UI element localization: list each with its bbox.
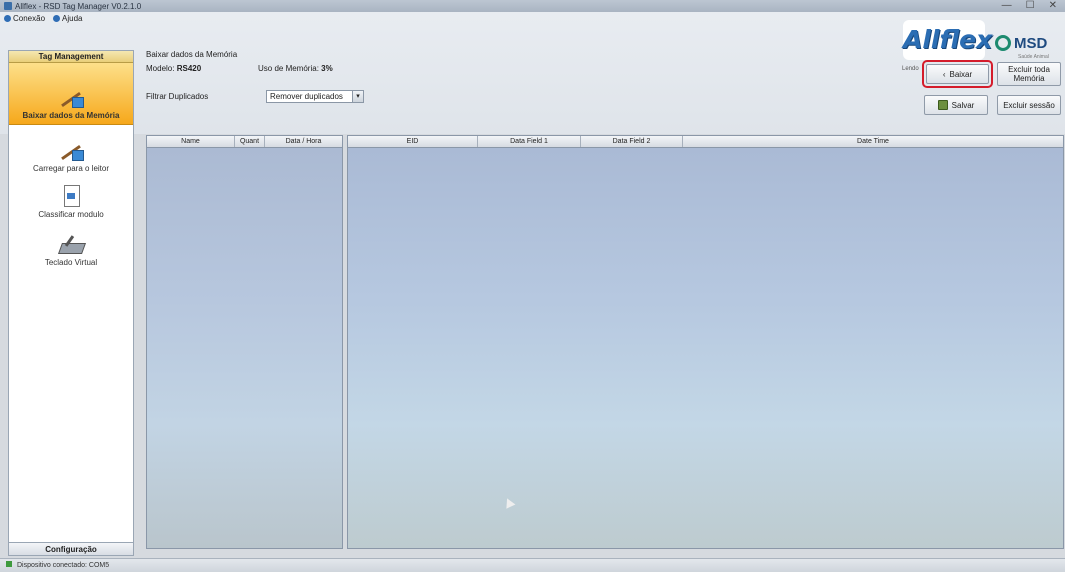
column-header-name[interactable]: Name [147,136,235,147]
sidebar: Tag Management Baixar dados da Memória C… [8,50,134,556]
memory-usage: Uso de Memória: 3% [258,64,333,73]
excluir-toda-label: Excluir toda Memória [1008,65,1050,83]
menu-conexao[interactable]: Conexão [4,14,45,23]
maximize-button[interactable]: ☐ [1026,0,1035,11]
column-header-data-field-1[interactable]: Data Field 1 [478,136,581,147]
column-header-data-hora[interactable]: Data / Hora [265,136,342,147]
status-indicator-icon [6,561,12,567]
sidebar-item-baixar-dados[interactable]: Baixar dados da Memória [9,63,133,125]
memory-label-text: Uso de Memória: [258,64,319,73]
tags-table-header: EID Data Field 1 Data Field 2 Date Time [348,136,1063,148]
msd-mark-icon [995,35,1011,51]
chevron-down-icon[interactable]: ▾ [352,91,363,102]
column-header-eid[interactable]: EID [348,136,478,147]
column-header-date-time[interactable]: Date Time [683,136,1063,147]
highlight-annotation [922,60,993,88]
msd-text: MSD [1014,34,1048,52]
sidebar-item-label: Classificar modulo [38,210,104,219]
status-bar: Dispositivo conectado: COM5 [0,558,1065,572]
menu-bar: Conexão Ajuda [4,14,83,23]
lendo-label: Lendo [902,66,919,72]
allflex-logo: Allflex [903,20,992,60]
salvar-label: Salvar [951,100,975,110]
sessions-table[interactable]: Name Quant Data / Hora [146,135,343,549]
sidebar-footer-configuracao[interactable]: Configuração [9,542,133,555]
salvar-button[interactable]: Salvar [924,95,988,115]
sidebar-item-teclado[interactable]: Teclado Virtual [9,219,133,267]
sidebar-item-label: Teclado Virtual [44,258,98,267]
menu-ajuda-label: Ajuda [62,14,83,23]
sidebar-header[interactable]: Tag Management [9,51,133,63]
minimize-button[interactable]: — [1002,0,1012,11]
upload-pencil-icon [58,139,84,161]
keyboard-icon [58,233,84,255]
title-bar: Allflex - RSD Tag Manager V0.2.1.0 — ☐ ✕ [0,0,1065,12]
document-icon [58,185,84,207]
filter-selected-value: Remover duplicados [270,92,343,101]
filter-label: Filtrar Duplicados [146,92,209,101]
help-icon [53,15,61,22]
form-title: Baixar dados da Memória [146,50,238,59]
window-controls: — ☐ ✕ [1002,0,1057,11]
column-header-quant[interactable]: Quant [235,136,265,147]
excluir-sessao-label: Excluir sessão [1003,100,1055,110]
model-label-text: Modelo: [146,64,175,73]
sidebar-item-classificar[interactable]: Classificar modulo [9,173,133,219]
excluir-toda-memoria-button[interactable]: Excluir toda Memória [997,62,1061,86]
close-button[interactable]: ✕ [1049,0,1057,11]
tags-table[interactable]: EID Data Field 1 Data Field 2 Date Time [347,135,1064,549]
filter-duplicates-select[interactable]: Remover duplicados ▾ [266,90,364,103]
sessions-table-header: Name Quant Data / Hora [147,136,342,148]
column-header-data-field-2[interactable]: Data Field 2 [581,136,683,147]
menu-ajuda[interactable]: Ajuda [53,14,83,23]
window-title: Allflex - RSD Tag Manager V0.2.1.0 [15,1,142,11]
sidebar-item-label: Carregar para o leitor [32,164,110,173]
excluir-sessao-button[interactable]: Excluir sessão [997,95,1061,115]
sidebar-item-carregar[interactable]: Carregar para o leitor [9,125,133,173]
sidebar-item-label: Baixar dados da Memória [22,111,120,120]
model-label: Modelo: RS420 [146,64,201,73]
menu-conexao-label: Conexão [13,14,46,23]
model-value: RS420 [176,64,202,73]
app-icon [4,2,12,10]
memory-value: 3% [321,64,333,73]
connection-icon [4,15,11,22]
status-text: Dispositivo conectado: COM5 [16,562,110,569]
save-icon [937,100,948,110]
download-pencil-icon [58,86,84,108]
msd-subtitle: Saúde Animal [1018,54,1049,60]
